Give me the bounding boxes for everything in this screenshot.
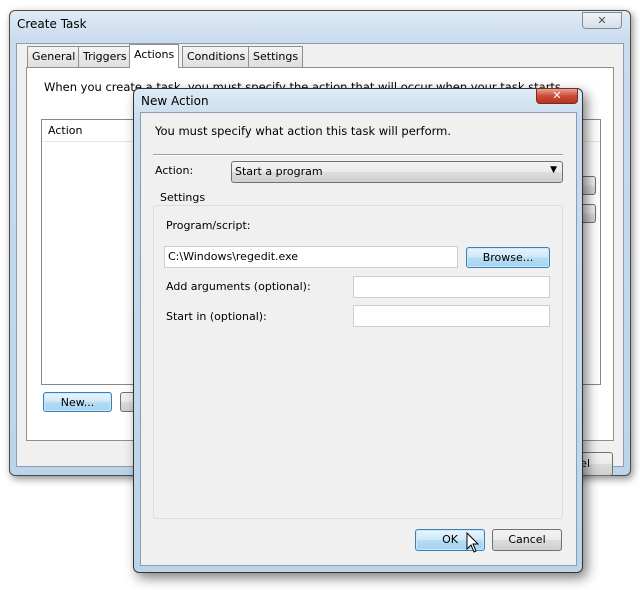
dialog-instruction: You must specify what action this task w…	[155, 124, 451, 138]
dialog-title: New Action	[141, 94, 209, 108]
dialog-close-button[interactable]: ✕	[536, 88, 578, 104]
close-button[interactable]: ✕	[582, 12, 622, 29]
cancel-button[interactable]: Cancel	[492, 529, 562, 551]
program-label: Program/script:	[166, 219, 251, 232]
args-label: Add arguments (optional):	[166, 280, 311, 293]
browse-button[interactable]: Browse...	[466, 247, 550, 268]
tab-triggers[interactable]: Triggers	[78, 46, 132, 67]
new-action-button[interactable]: New...	[43, 392, 112, 412]
separator	[153, 154, 563, 156]
tab-settings[interactable]: Settings	[248, 46, 304, 67]
program-input[interactable]: C:\Windows\regedit.exe	[164, 246, 458, 268]
args-input[interactable]	[353, 276, 550, 298]
close-icon: ✕	[597, 14, 607, 27]
action-label: Action:	[155, 164, 194, 177]
start-in-label: Start in (optional):	[166, 310, 267, 323]
chevron-down-icon: ▼	[550, 165, 557, 175]
tab-general[interactable]: General	[27, 46, 81, 67]
start-in-input[interactable]	[353, 305, 550, 327]
window-title: Create Task	[17, 17, 87, 31]
close-icon: ✕	[552, 89, 562, 102]
settings-group-label: Settings	[158, 191, 208, 204]
tab-actions[interactable]: Actions	[129, 44, 180, 68]
action-dropdown-value: Start a program	[235, 165, 323, 178]
action-dropdown[interactable]: Start a program ▼	[231, 161, 563, 183]
mouse-cursor-icon	[466, 531, 480, 557]
tab-conditions[interactable]: Conditions	[182, 46, 251, 67]
